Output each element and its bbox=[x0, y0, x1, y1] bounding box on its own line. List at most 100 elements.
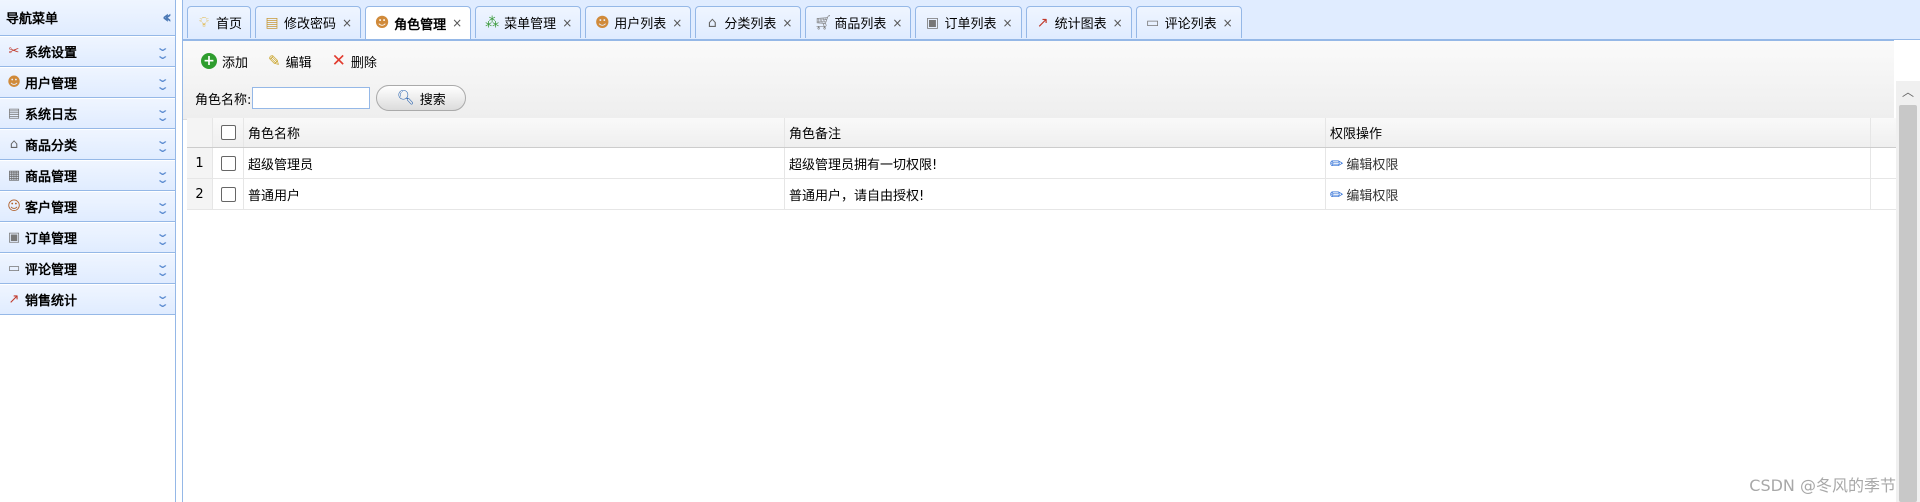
tab-label: 菜单管理 bbox=[504, 17, 557, 32]
chevron-down-icon: ⌄ ⌄ bbox=[155, 102, 170, 124]
category-icon: ⌂ bbox=[9, 136, 19, 152]
watermark: CSDN @冬风的季节 bbox=[1749, 476, 1896, 495]
nav-item-label: 系统设置 bbox=[25, 46, 78, 61]
chart-icon: ↗ bbox=[1036, 14, 1049, 31]
scroll-up-arrow-icon[interactable]: ︿ bbox=[1896, 81, 1920, 103]
tab-menu-management[interactable]: ⁂ 菜单管理 × bbox=[475, 6, 582, 38]
column-header[interactable]: 角色备注 bbox=[785, 118, 1326, 147]
delete-button[interactable]: ✕ 删除 bbox=[332, 51, 377, 71]
nav-item-system-settings[interactable]: ✂ 系统设置 ⌄ ⌄ bbox=[0, 37, 175, 67]
tab-label: 修改密码 bbox=[284, 17, 337, 32]
role-name-input[interactable] bbox=[252, 87, 371, 109]
table-row[interactable]: 1 超级管理员 超级管理员拥有一切权限! ✏ 编辑权限 bbox=[187, 148, 1896, 179]
nav-item-label: 商品管理 bbox=[25, 170, 78, 185]
close-icon[interactable]: × bbox=[1003, 16, 1013, 30]
chevron-down-icon: ⌄ ⌄ bbox=[155, 226, 170, 248]
close-icon[interactable]: × bbox=[672, 16, 682, 30]
role-name-cell: 普通用户 bbox=[244, 179, 785, 209]
role-note-cell: 普通用户，请自由授权! bbox=[785, 179, 1326, 209]
chevron-down-icon: ⌄ ⌄ bbox=[155, 288, 170, 310]
tab-label: 首页 bbox=[216, 17, 243, 32]
edit-permission-link[interactable]: ✏ 编辑权限 bbox=[1330, 185, 1398, 204]
close-icon[interactable]: × bbox=[452, 16, 462, 30]
comments-icon: ▭ bbox=[1146, 14, 1160, 31]
delete-label: 删除 bbox=[350, 55, 377, 71]
nav-item-product-category[interactable]: ⌂ 商品分类 ⌄ ⌄ bbox=[0, 130, 175, 160]
row-checkbox[interactable] bbox=[220, 186, 236, 202]
edit-button[interactable]: ✎ 编辑 bbox=[268, 51, 312, 71]
tab-bar: 💡︎ 首页 ▤ 修改密码 × ☻ 角色管理 × ⁂ 菜单管理 × ☻ 用户列表 … bbox=[182, 0, 1920, 40]
tab-category-list[interactable]: ⌂ 分类列表 × bbox=[695, 6, 802, 38]
row-number: 2 bbox=[187, 179, 213, 209]
search-icon: 🔍︎ bbox=[396, 90, 415, 106]
chevron-down-icon: ⌄ ⌄ bbox=[155, 71, 170, 93]
select-all-checkbox[interactable] bbox=[220, 125, 236, 140]
role-note-cell: 超级管理员拥有一切权限! bbox=[785, 148, 1326, 178]
close-icon[interactable]: × bbox=[1113, 16, 1123, 30]
column-header[interactable]: 权限操作 bbox=[1326, 118, 1871, 147]
tab-label: 分类列表 bbox=[724, 17, 777, 32]
tab-user-list[interactable]: ☻ 用户列表 × bbox=[585, 6, 692, 38]
pencil-icon: ✏ bbox=[1330, 184, 1344, 204]
row-number: 1 bbox=[187, 148, 213, 178]
nav-item-label: 系统日志 bbox=[25, 108, 78, 123]
nav-item-sales-stats[interactable]: ↗ 销售统计 ⌄ ⌄ bbox=[0, 285, 175, 315]
tab-order-list[interactable]: ▣ 订单列表 × bbox=[915, 6, 1022, 38]
collapse-left-icon[interactable]: ‹‹ bbox=[162, 7, 172, 28]
nav-item-system-log[interactable]: ▤ 系统日志 ⌄ ⌄ bbox=[0, 99, 175, 129]
tab-product-list[interactable]: 🛒︎ 商品列表 × bbox=[805, 6, 912, 38]
stats-icon: ↗ bbox=[8, 291, 20, 307]
role-table: 角色名称 角色备注 权限操作 1 超级管理员 超级管理员拥有一切权限! ✏ 编辑… bbox=[187, 118, 1896, 210]
role-icon: ☻ bbox=[374, 15, 390, 31]
tab-role-management[interactable]: ☻ 角色管理 × bbox=[365, 6, 472, 39]
scroll-thumb[interactable] bbox=[1899, 105, 1917, 502]
nav-item-label: 评论管理 bbox=[25, 263, 78, 278]
row-checkbox[interactable] bbox=[220, 155, 236, 171]
tab-home[interactable]: 💡︎ 首页 bbox=[187, 6, 252, 38]
column-header[interactable]: 角色名称 bbox=[244, 118, 785, 147]
user-icon: ☻ bbox=[7, 74, 21, 90]
pencil-icon: ✏ bbox=[1330, 153, 1344, 173]
add-label: 添加 bbox=[222, 55, 249, 71]
close-icon[interactable]: × bbox=[342, 16, 352, 30]
close-icon[interactable]: × bbox=[1223, 16, 1233, 30]
search-bar: 角色名称: 🔍︎ 搜索 bbox=[195, 85, 467, 111]
tab-label: 统计图表 bbox=[1054, 17, 1107, 32]
search-button-label: 搜索 bbox=[419, 92, 446, 108]
product-icon: ▦ bbox=[7, 167, 21, 183]
tab-change-password[interactable]: ▤ 修改密码 × bbox=[255, 6, 362, 38]
search-button[interactable]: 🔍︎ 搜索 bbox=[376, 85, 467, 111]
close-icon[interactable]: × bbox=[562, 16, 572, 30]
nav-item-comment-management[interactable]: ▭ 评论管理 ⌄ ⌄ bbox=[0, 254, 175, 284]
vertical-scrollbar[interactable]: ︿ bbox=[1896, 81, 1920, 502]
comment-icon: ▭ bbox=[7, 260, 21, 276]
log-icon: ▤ bbox=[7, 105, 21, 121]
nav-item-product-management[interactable]: ▦ 商品管理 ⌄ ⌄ bbox=[0, 161, 175, 191]
menu-tree-icon: ⁂ bbox=[485, 14, 500, 31]
cart-icon: 🛒︎ bbox=[814, 14, 833, 31]
password-icon: ▤ bbox=[265, 14, 279, 31]
bulb-icon: 💡︎ bbox=[199, 14, 209, 31]
chevron-down-icon: ⌄ ⌄ bbox=[155, 40, 170, 62]
nav-item-label: 商品分类 bbox=[25, 139, 78, 154]
close-icon[interactable]: × bbox=[782, 16, 792, 30]
add-button[interactable]: + 添加 bbox=[201, 51, 248, 71]
nav-item-customer-management[interactable]: ☺ 客户管理 ⌄ ⌄ bbox=[0, 192, 175, 222]
tab-comment-list[interactable]: ▭ 评论列表 × bbox=[1135, 6, 1242, 38]
select-all-cell bbox=[213, 118, 244, 147]
add-icon: + bbox=[201, 53, 217, 69]
table-row[interactable]: 2 普通用户 普通用户，请自由授权! ✏ 编辑权限 bbox=[187, 179, 1896, 210]
row-number-header bbox=[187, 118, 213, 147]
nav-item-label: 销售统计 bbox=[25, 294, 78, 309]
close-icon[interactable]: × bbox=[892, 16, 902, 30]
search-label: 角色名称: bbox=[195, 92, 252, 108]
tab-label: 角色管理 bbox=[394, 17, 447, 33]
nav-item-order-management[interactable]: ▣ 订单管理 ⌄ ⌄ bbox=[0, 223, 175, 253]
tab-stats-chart[interactable]: ↗ 统计图表 × bbox=[1025, 6, 1132, 38]
users-icon: ☻ bbox=[594, 14, 610, 31]
row-checkbox-cell bbox=[213, 179, 244, 209]
chevron-down-icon: ⌄ ⌄ bbox=[155, 133, 170, 155]
nav-item-user-management[interactable]: ☻ 用户管理 ⌄ ⌄ bbox=[0, 68, 175, 98]
chevron-down-icon: ⌄ ⌄ bbox=[155, 164, 170, 186]
edit-permission-link[interactable]: ✏ 编辑权限 bbox=[1330, 154, 1398, 173]
